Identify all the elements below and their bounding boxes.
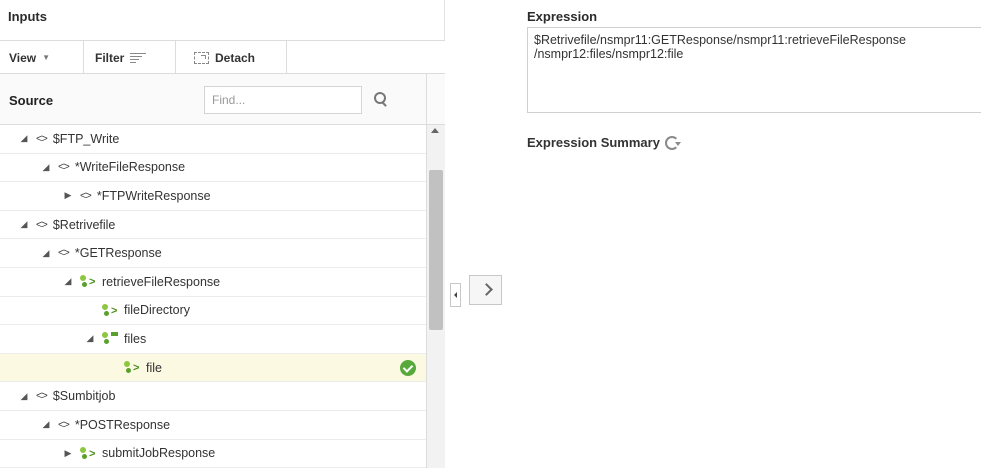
diamond-icon: <> xyxy=(36,132,48,145)
detach-icon xyxy=(194,51,209,64)
check-circle-icon xyxy=(400,359,416,376)
view-label: View xyxy=(9,50,37,65)
tree-row[interactable]: > file xyxy=(0,353,426,383)
scroll-up-arrow-icon[interactable] xyxy=(431,128,439,133)
tree-row[interactable]: ◢ > retrieveFileResponse xyxy=(0,268,426,297)
tree-row[interactable]: ◢ files xyxy=(0,325,426,354)
expression-editor[interactable]: $Retrivefile/nsmpr11:GETResponse/nsmpr11… xyxy=(527,27,981,113)
expanded-triangle-icon[interactable]: ◢ xyxy=(18,133,30,144)
filter-icon xyxy=(130,52,147,64)
source-header: Source xyxy=(0,74,426,125)
tree-scrollbar[interactable] xyxy=(426,125,445,468)
tree-row[interactable]: ◢ <> $FTP_Write xyxy=(0,125,426,154)
tree-row-label: *WriteFileResponse xyxy=(74,160,186,175)
diamond-icon: <> xyxy=(80,189,92,202)
detach-button[interactable]: Detach xyxy=(176,41,287,74)
tree-row-label: *POSTResponse xyxy=(74,417,171,432)
tree-row[interactable]: ◢ <> *POSTResponse xyxy=(0,411,426,440)
tree-row[interactable]: ◢ <> $Sumbitjob xyxy=(0,382,426,411)
element-icon: > xyxy=(102,303,118,317)
tree-row-label: *FTPWriteResponse xyxy=(96,188,211,203)
tree-row-label: $Retrivefile xyxy=(52,217,116,232)
expanded-triangle-icon[interactable]: ◢ xyxy=(40,248,52,259)
collapsed-triangle-icon[interactable]: ▶ xyxy=(62,190,74,201)
expanded-triangle-icon[interactable]: ◢ xyxy=(40,419,52,430)
inputs-panel: Inputs View ▼ Filter Detach Source ◢ <> $F… xyxy=(0,0,445,468)
tree-row-label: retrieveFileResponse xyxy=(102,274,221,289)
caret-down-icon: ▼ xyxy=(42,53,51,62)
expanded-triangle-icon[interactable]: ◢ xyxy=(84,333,96,344)
expanded-triangle-icon[interactable]: ◢ xyxy=(40,162,52,173)
expanded-triangle-icon[interactable]: ◢ xyxy=(18,219,30,230)
diamond-icon: <> xyxy=(58,418,70,431)
diamond-icon: <> xyxy=(58,161,70,174)
tree-row-label: *GETResponse xyxy=(74,246,162,261)
scroll-thumb[interactable] xyxy=(429,170,443,330)
expanded-triangle-icon[interactable]: ◢ xyxy=(18,391,30,402)
refresh-icon[interactable] xyxy=(664,135,681,150)
tree-row-label: $FTP_Write xyxy=(52,131,120,146)
diamond-icon: <> xyxy=(58,247,70,260)
tree-row[interactable]: ◢ <> *GETResponse xyxy=(0,239,426,268)
tree-row-label: file xyxy=(146,360,162,375)
element-list-icon xyxy=(102,332,118,345)
search-icon[interactable] xyxy=(368,87,394,113)
source-label: Source xyxy=(9,93,54,108)
tree-row[interactable]: ◢ <> $Retrivefile xyxy=(0,211,426,240)
expression-summary-header: Expression Summary xyxy=(527,135,681,150)
tree-row[interactable]: ▶ > submitJobResponse xyxy=(0,440,426,468)
tree-row[interactable]: > fileDirectory xyxy=(0,297,426,326)
tree-row[interactable]: ▶ <> *FTPWriteResponse xyxy=(0,182,426,211)
view-menu-button[interactable]: View ▼ xyxy=(0,41,84,74)
collapse-panel-handle[interactable] xyxy=(450,283,461,307)
expanded-triangle-icon[interactable]: ◢ xyxy=(62,276,74,287)
tree-row-label: fileDirectory xyxy=(124,303,190,318)
collapsed-triangle-icon[interactable]: ▶ xyxy=(62,448,74,459)
diamond-icon: <> xyxy=(36,218,48,231)
tree-row-label: $Sumbitjob xyxy=(52,389,116,404)
tree-row-label: files xyxy=(124,331,147,346)
filter-button[interactable]: Filter xyxy=(84,41,176,74)
find-input[interactable] xyxy=(204,86,362,114)
element-icon: > xyxy=(80,275,96,288)
diamond-icon: <> xyxy=(36,390,48,403)
filter-label: Filter xyxy=(95,50,125,65)
expression-title: Expression xyxy=(527,9,598,24)
tree-row-label: submitJobResponse xyxy=(102,446,216,461)
header-corner xyxy=(426,74,445,125)
insert-into-expression-button[interactable] xyxy=(469,275,502,305)
inputs-title: Inputs xyxy=(8,9,47,24)
inputs-toolbar: View ▼ Filter Detach xyxy=(0,40,445,74)
source-tree: ◢ <> $FTP_Write ◢ <> *WriteFileResponse ▶ <> *FT… xyxy=(0,125,426,468)
element-icon: > xyxy=(80,446,96,460)
expression-summary-title: Expression Summary xyxy=(527,135,660,150)
tree-row[interactable]: ◢ <> *WriteFileResponse xyxy=(0,154,426,183)
detach-label: Detach xyxy=(215,50,256,65)
element-icon: > xyxy=(124,361,140,374)
